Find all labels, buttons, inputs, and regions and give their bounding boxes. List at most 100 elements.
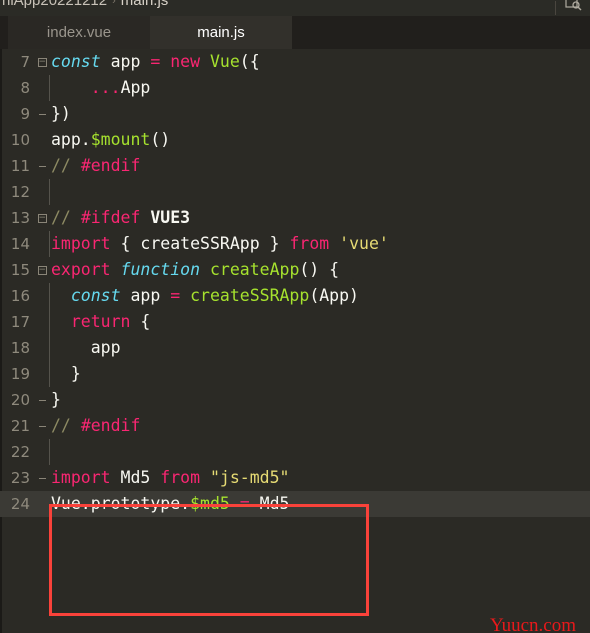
code-line[interactable]: 21 // #endif xyxy=(0,413,590,439)
code-text[interactable]: const app = new Vue({ xyxy=(50,49,590,75)
code-text[interactable]: import Md5 from "js-md5" xyxy=(50,465,590,491)
code-text[interactable]: app xyxy=(50,335,590,361)
split-editor-search-icon[interactable] xyxy=(564,0,584,16)
code-text[interactable]: ...App xyxy=(50,75,590,101)
breadcrumb-file[interactable]: main.js xyxy=(121,0,169,9)
code-line[interactable]: 10 app.$mount() xyxy=(0,127,590,153)
fold-end-marker xyxy=(34,101,50,127)
tab-main-js[interactable]: main.js xyxy=(150,16,292,49)
code-text[interactable]: import { createSSRApp } from 'vue' xyxy=(50,231,590,257)
tab-index-vue[interactable]: index.vue xyxy=(8,16,150,49)
line-number: 9 xyxy=(20,105,30,123)
code-token: (App) xyxy=(309,286,359,305)
chevron-right-icon: › xyxy=(112,0,116,7)
code-token: Vue.prototype. xyxy=(51,494,191,513)
fold-end-marker xyxy=(34,387,50,413)
code-text[interactable]: // #endif xyxy=(50,153,590,179)
code-line[interactable]: 18 app xyxy=(0,335,590,361)
code-token: ({ xyxy=(239,52,260,71)
code-line[interactable]: 8 ...App xyxy=(0,75,590,101)
breadcrumb-folder[interactable]: niApp20221212 xyxy=(2,0,107,9)
yuucn-watermark: Yuucn.com xyxy=(489,615,576,633)
code-token: const xyxy=(51,52,101,71)
code-line[interactable]: 20} xyxy=(0,387,590,413)
fold-toggle-icon[interactable]: − xyxy=(34,205,50,231)
code-token: app. xyxy=(51,130,91,149)
code-token: createSSRApp xyxy=(140,234,260,253)
code-token: app xyxy=(51,338,121,357)
line-number: 24 xyxy=(10,495,30,513)
code-token: = xyxy=(150,52,161,71)
line-number: 18 xyxy=(10,339,30,357)
line-number: 14 xyxy=(10,235,30,253)
fold-end-marker xyxy=(34,153,50,179)
code-text[interactable]: // #ifdef VUE3 xyxy=(50,205,590,231)
code-line[interactable]: 12 xyxy=(0,179,590,205)
code-token: $mount xyxy=(90,130,151,149)
code-text[interactable]: Vue.prototype.$md5 = Md5 xyxy=(50,491,590,517)
code-line[interactable]: 19 } xyxy=(0,361,590,387)
code-text[interactable]: } xyxy=(50,361,590,387)
code-token: #endif xyxy=(80,416,141,435)
code-text[interactable]: export function createApp() { xyxy=(50,257,590,283)
code-token: const xyxy=(70,286,121,305)
fold-toggle-icon[interactable]: − xyxy=(34,49,50,75)
indent-guide xyxy=(49,179,50,205)
code-token: from xyxy=(289,234,330,253)
code-token: export xyxy=(51,260,111,279)
code-token: createApp xyxy=(209,260,300,279)
code-line[interactable]: 9}) xyxy=(0,101,590,127)
line-number: 17 xyxy=(10,313,30,331)
code-line[interactable]: 17 return { xyxy=(0,309,590,335)
code-editor[interactable]: 7− const app = new Vue({8 ...App 9}) 10 app.… xyxy=(0,49,590,633)
code-text[interactable]: const app = createSSRApp(App) xyxy=(50,283,590,309)
code-line[interactable]: 15− export function createApp() { xyxy=(0,257,590,283)
line-number: 23 xyxy=(10,469,30,487)
line-number: 7 xyxy=(20,53,30,71)
code-token: $md5 xyxy=(190,494,230,513)
code-line[interactable]: 23 import Md5 from "js-md5" xyxy=(0,465,590,491)
code-token: import xyxy=(51,468,111,487)
code-line[interactable]: 7− const app = new Vue({ xyxy=(0,49,590,75)
code-text[interactable]: app.$mount() xyxy=(50,127,590,153)
code-line[interactable]: 22 xyxy=(0,439,590,465)
indent-guide xyxy=(49,439,50,465)
line-number: 8 xyxy=(20,79,30,97)
code-text[interactable]: // #endif xyxy=(50,413,590,439)
line-number: 16 xyxy=(10,287,30,305)
code-token: import xyxy=(51,234,111,253)
breadcrumb[interactable]: niApp20221212 › main.js xyxy=(2,0,168,9)
editor-tab-bar: index.vue main.js xyxy=(0,16,590,49)
line-number: 10 xyxy=(10,131,30,149)
code-line[interactable]: 13−// #ifdef VUE3 xyxy=(0,205,590,231)
code-text[interactable]: }) xyxy=(50,101,590,127)
code-text[interactable]: return { xyxy=(50,309,590,335)
code-line[interactable]: 16 const app = createSSRApp(App) xyxy=(0,283,590,309)
line-number: 20 xyxy=(10,391,30,409)
code-token: } xyxy=(51,390,61,409)
code-token: app xyxy=(100,52,151,71)
code-token: function xyxy=(120,260,201,279)
code-line[interactable]: 14 import { createSSRApp } from 'vue' xyxy=(0,231,590,257)
code-token: from xyxy=(160,468,201,487)
fold-toggle-icon[interactable]: − xyxy=(34,257,50,283)
code-text[interactable]: } xyxy=(50,387,590,413)
code-token: new xyxy=(170,52,201,71)
code-token: 'vue' xyxy=(339,234,389,253)
fold-end-marker xyxy=(34,465,50,491)
code-token: = xyxy=(170,286,181,305)
code-token: } xyxy=(51,364,81,383)
code-token: #endif xyxy=(80,156,141,175)
code-line[interactable]: 11 // #endif xyxy=(0,153,590,179)
code-token: Vue xyxy=(209,52,240,71)
code-token: // xyxy=(51,156,81,175)
code-line[interactable]: 24 Vue.prototype.$md5 = Md5 xyxy=(0,491,590,517)
code-lines-container[interactable]: 7− const app = new Vue({8 ...App 9}) 10 app.… xyxy=(0,49,590,517)
code-token: } xyxy=(259,234,290,253)
